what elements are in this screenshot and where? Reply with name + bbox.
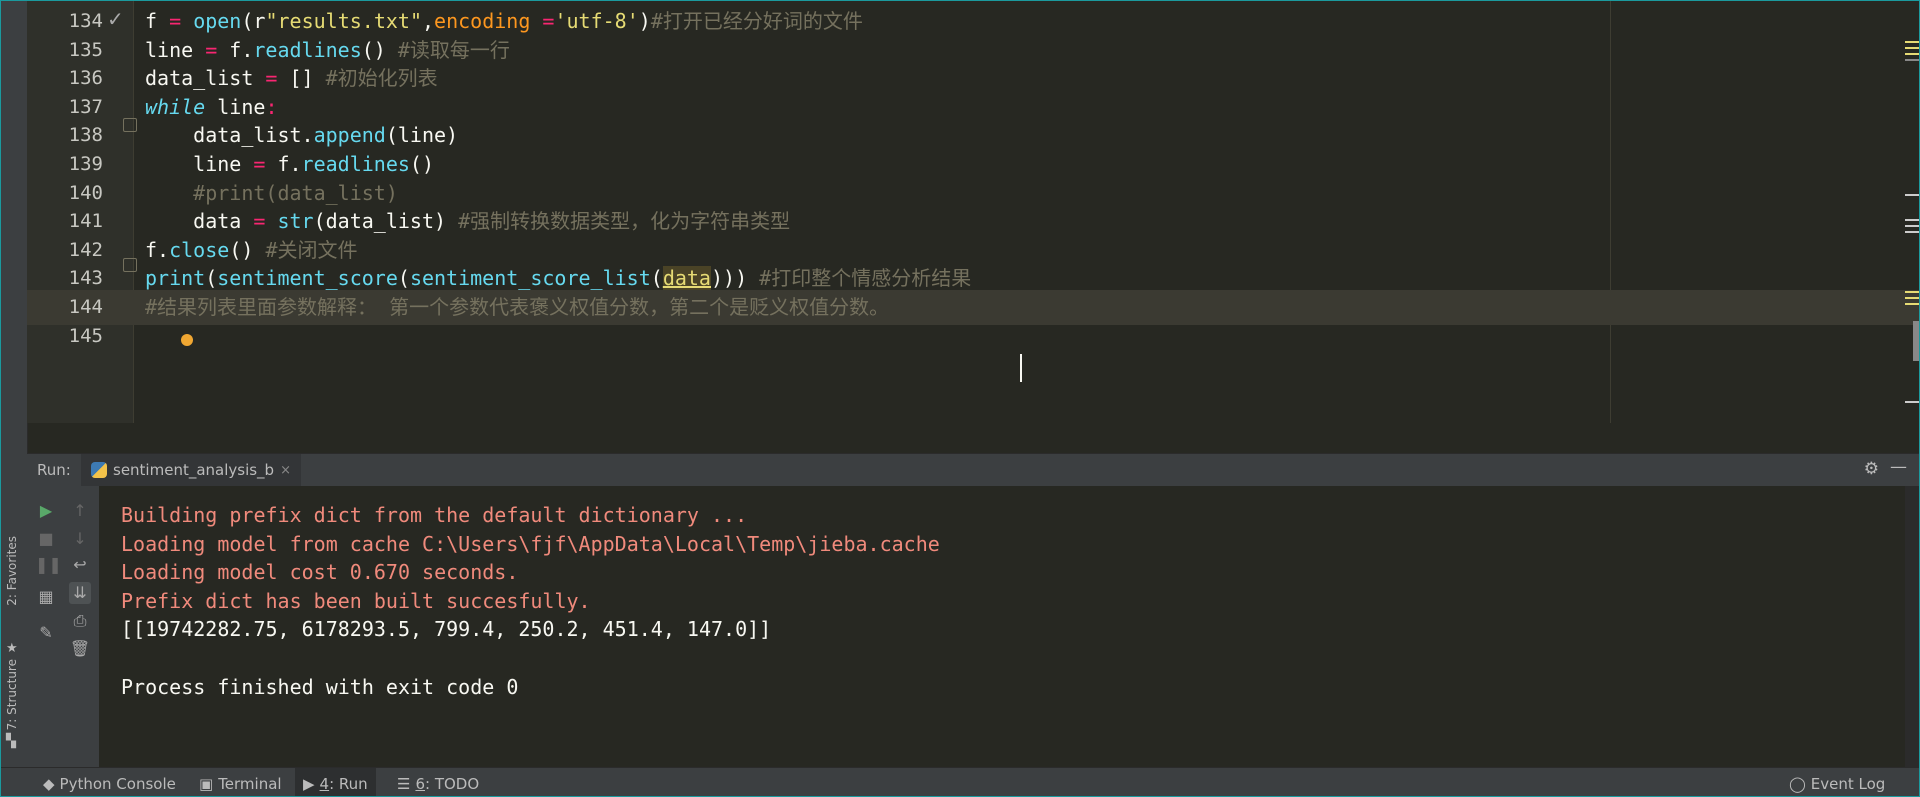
star-icon: ★ (6, 641, 18, 656)
intention-bulb-icon[interactable] (181, 334, 193, 346)
console-line: Process finished with exit code 0 (121, 674, 519, 699)
run-config-tab-label: sentiment_analysis_b (113, 461, 275, 479)
stop-button[interactable]: ■ (35, 528, 57, 550)
run-icon: ▶ (303, 774, 315, 793)
console-scrollbar[interactable] (1905, 486, 1919, 767)
left-tool-strip: ★ 2: Favorites ▚ 7: Structure (1, 1, 28, 767)
fold-end-marker-icon[interactable] (123, 258, 137, 272)
code-editor[interactable]: 134 f = open(r"results.txt",encoding ='ut… (27, 1, 1919, 423)
print-icon[interactable]: ⎙ (69, 610, 91, 632)
todo-tab-label: : TODO (425, 774, 480, 793)
scroll-to-end-icon[interactable]: ⇊ (69, 582, 91, 604)
list-icon: ☰ (397, 774, 411, 793)
event-log-tab[interactable]: ◯ Event Log (1781, 768, 1893, 796)
run-panel-header: Run: sentiment_analysis_b × ⚙ — (27, 453, 1919, 488)
pause-button[interactable]: ❚❚ (35, 554, 62, 576)
arrow-down-icon[interactable]: ↓ (69, 528, 91, 550)
ide-window: ★ 2: Favorites ▚ 7: Structure 134 f = ope… (0, 0, 1920, 797)
run-config-tab[interactable]: sentiment_analysis_b × (81, 454, 301, 488)
layout-button[interactable]: ▦ (35, 586, 57, 608)
event-log-label: Event Log (1810, 774, 1886, 793)
terminal-tab[interactable]: ▣ Terminal (191, 768, 290, 796)
fold-marker-icon[interactable] (123, 118, 137, 132)
text-caret (1020, 354, 1022, 382)
check-icon: ✓ (107, 7, 124, 31)
minimize-icon[interactable]: — (1890, 457, 1907, 477)
run-toolbar: ▶ ■ ❚❚ ▦ ✎ ↑ ↓ ↩ ⇊ ⎙ 🗑 (27, 486, 100, 767)
chat-bubble-icon: ◯ (1789, 774, 1806, 793)
python-file-icon (91, 462, 107, 478)
console-line: [[19742282.75, 6178293.5, 799.4, 250.2, … (121, 617, 772, 642)
run-tab-mnemonic: 4 (319, 774, 330, 793)
run-label: Run: (37, 461, 71, 479)
editor-error-stripe[interactable] (1903, 1, 1919, 423)
rerun-button[interactable]: ▶ (35, 500, 57, 522)
code-line[interactable]: 145 (27, 319, 1919, 354)
bottom-tool-bar: ◆ Python Console ▣ Terminal ▶ 4: Run ☰ 6… (1, 767, 1919, 796)
todo-tab-mnemonic: 6 (415, 774, 425, 793)
run-console-output[interactable]: Building prefix dict from the default di… (99, 486, 1905, 767)
structure-tab[interactable]: 7: Structure (5, 659, 19, 730)
close-tab-button[interactable]: × (280, 463, 291, 478)
gear-icon[interactable]: ⚙ (1864, 459, 1879, 479)
favorites-tab[interactable]: 2: Favorites (5, 536, 19, 606)
python-console-tab[interactable]: ◆ Python Console (35, 768, 184, 796)
python-icon: ◆ (43, 774, 55, 793)
pin-icon[interactable]: ✎ (35, 622, 57, 644)
terminal-label: Terminal (218, 774, 282, 793)
soft-wrap-icon[interactable]: ↩ (69, 554, 91, 576)
structure-icon: ▚ (6, 734, 16, 749)
arrow-up-icon[interactable]: ↑ (69, 500, 91, 522)
python-console-label: Python Console (59, 774, 176, 793)
trash-icon[interactable]: 🗑 (69, 638, 91, 660)
line-number: 145 (68, 324, 103, 347)
terminal-icon: ▣ (199, 774, 214, 793)
run-tab[interactable]: ▶ 4: Run (295, 768, 376, 796)
todo-tab[interactable]: ☰ 6: TODO (389, 768, 487, 796)
run-tab-label: : Run (329, 774, 368, 793)
